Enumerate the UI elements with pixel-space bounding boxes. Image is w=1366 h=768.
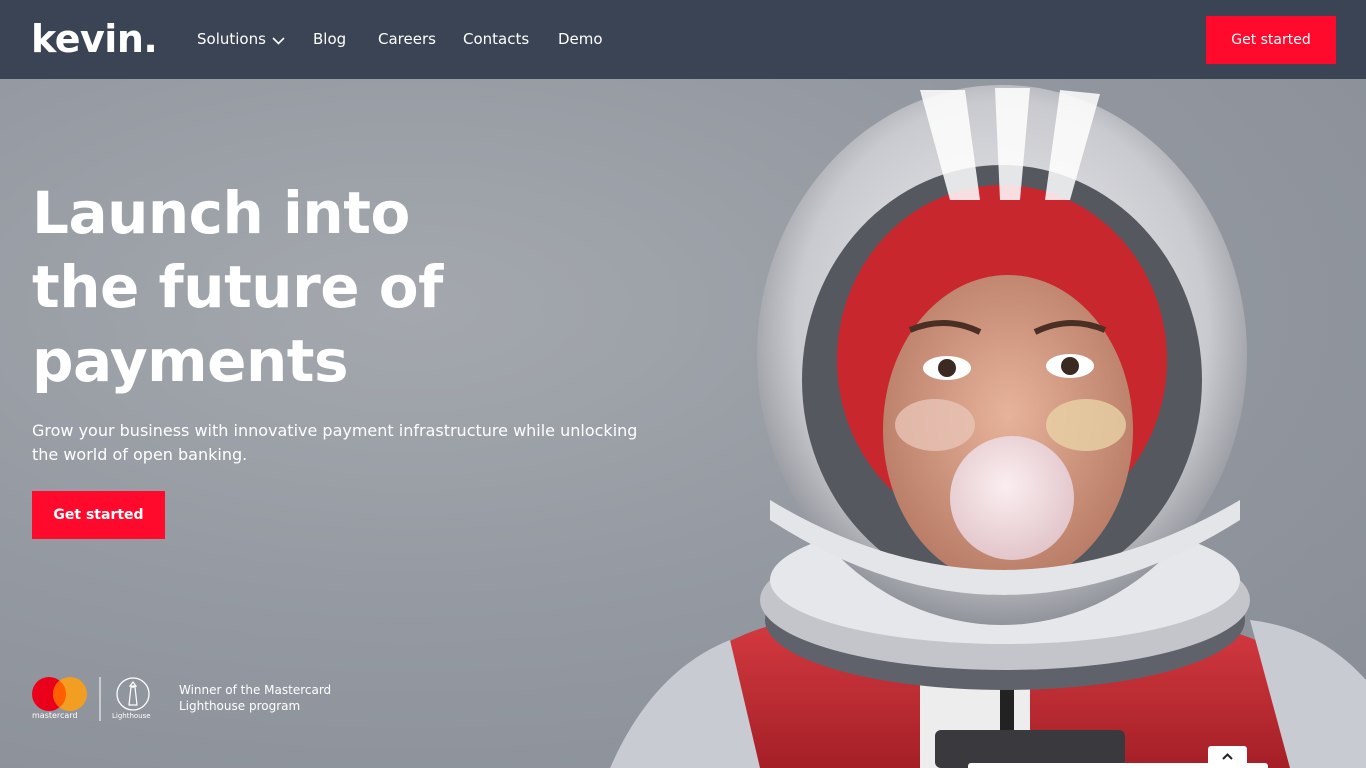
- subtext-line-2: the world of open banking.: [32, 445, 248, 464]
- hero-headline: Launch into the future of payments: [32, 176, 512, 398]
- lighthouse-wordmark: Lighthouse: [112, 712, 151, 720]
- nav-item-contacts[interactable]: Contacts: [463, 28, 529, 50]
- subtext-line-1: Grow your business with innovative payme…: [32, 421, 638, 440]
- nav-item-demo[interactable]: Demo: [558, 28, 603, 50]
- nav-get-started-button[interactable]: Get started: [1206, 16, 1336, 64]
- nav-item-blog[interactable]: Blog: [313, 28, 346, 50]
- scroll-to-top-button[interactable]: [1208, 746, 1247, 768]
- top-navbar: kevin. Solutions Blog Careers Contacts D…: [0, 0, 1366, 79]
- nav-item-careers[interactable]: Careers: [378, 28, 436, 50]
- lighthouse-icon: [116, 677, 150, 711]
- astronaut-illustration: [610, 85, 1366, 768]
- headline-line-2: the future of: [32, 253, 443, 321]
- hero-get-started-button[interactable]: Get started: [32, 491, 165, 539]
- mastercard-logo: [32, 677, 87, 711]
- kevin-logo[interactable]: kevin.: [31, 17, 158, 61]
- nav-item-solutions[interactable]: Solutions: [197, 28, 285, 50]
- headline-line-3: payments: [32, 327, 349, 395]
- chevron-up-icon: [1222, 753, 1233, 760]
- award-text-line-1: Winner of the Mastercard: [179, 683, 332, 697]
- chevron-down-icon: [272, 29, 285, 51]
- award-text: Winner of the Mastercard Lighthouse prog…: [179, 682, 379, 714]
- award-text-line-2: Lighthouse program: [179, 699, 301, 713]
- headline-line-1: Launch into: [32, 179, 410, 247]
- hero-subtext: Grow your business with innovative payme…: [32, 419, 652, 467]
- mastercard-wordmark: mastercard: [32, 711, 78, 720]
- nav-item-solutions-label: Solutions: [197, 30, 266, 48]
